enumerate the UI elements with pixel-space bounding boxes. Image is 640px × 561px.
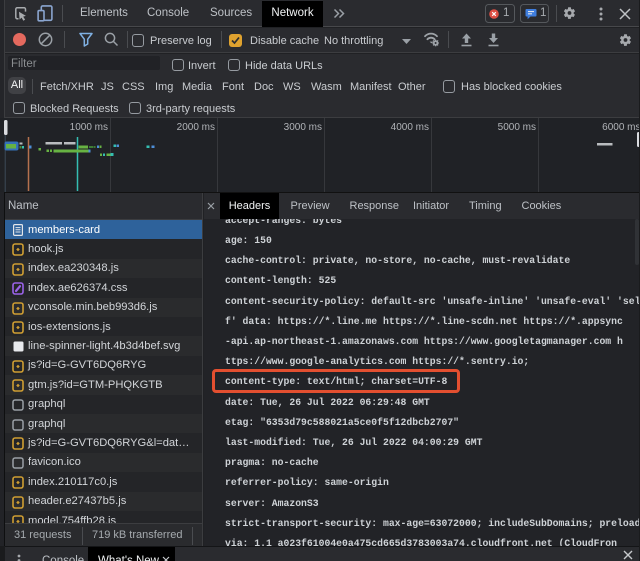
svg-text:5000 ms: 5000 ms [498, 122, 536, 133]
svg-text:6000 ms: 6000 ms [602, 122, 640, 133]
svg-text:2000 ms: 2000 ms [177, 122, 215, 133]
svg-text:4000 ms: 4000 ms [391, 122, 429, 133]
svg-text:3000 ms: 3000 ms [284, 122, 322, 133]
svg-text:1000 ms: 1000 ms [70, 122, 108, 133]
